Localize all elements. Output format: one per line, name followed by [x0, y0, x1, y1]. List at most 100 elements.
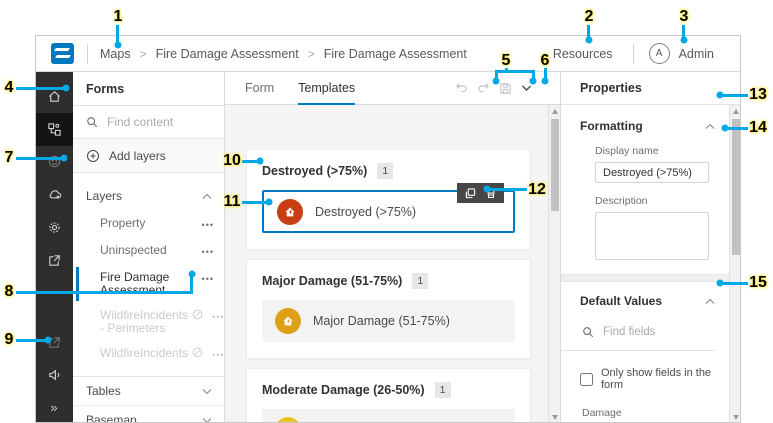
scroll-up-arrow[interactable] — [733, 109, 739, 114]
only-show-fields-checkbox[interactable] — [580, 372, 593, 386]
properties-scrollbar[interactable] — [729, 105, 740, 422]
callout-14-dot — [721, 124, 729, 132]
callout-13-line — [720, 93, 748, 97]
tab-form[interactable]: Form — [245, 72, 274, 105]
default-values-section-header[interactable]: Default Values — [561, 282, 729, 308]
resources-link[interactable]: Resources — [553, 47, 613, 61]
layer-item-property[interactable]: Property ••• — [73, 211, 224, 238]
scroll-down-arrow[interactable] — [733, 415, 739, 420]
header-divider — [632, 43, 634, 64]
offline-icon[interactable] — [36, 178, 73, 211]
callout-4: 4 — [4, 79, 14, 96]
find-content-input[interactable] — [107, 115, 207, 129]
template-item-major[interactable]: Major Damage (51-75%) — [262, 300, 515, 342]
callout-1-dot — [114, 41, 122, 49]
breadcrumb-maps-link[interactable]: Maps — [100, 47, 131, 61]
templates-scrollbar[interactable] — [548, 105, 560, 422]
layers-tool-icon[interactable] — [36, 112, 73, 146]
layer-item-wildfire-incidents[interactable]: WildfireIncidents ••• — [73, 341, 224, 368]
callout-1: 1 — [113, 8, 123, 25]
template-count-badge: 1 — [412, 273, 429, 289]
scroll-down-arrow[interactable] — [552, 415, 558, 420]
properties-body: Formatting Display name Description Defa… — [561, 105, 729, 422]
esri-logo-icon[interactable] — [51, 43, 74, 64]
callout-10: 10 — [223, 152, 241, 169]
app-window: Maps > Fire Damage Assessment > Fire Dam… — [35, 35, 741, 423]
editor-tabbar: Form Templates — [225, 72, 560, 105]
template-group-moderate: Moderate Damage (26-50%) 1 Moderate Dama… — [246, 368, 531, 422]
forms-panel: Forms Add layers Layers Property ••• Uni… — [73, 72, 225, 422]
callout-2-dot — [585, 36, 593, 44]
header-divider — [87, 43, 88, 64]
callout-8-dot — [188, 270, 195, 278]
breadcrumb-separator-icon: > — [307, 46, 315, 61]
callout-9-dot — [44, 336, 52, 344]
save-options-chevron-icon[interactable] — [521, 84, 532, 92]
feedback-megaphone-icon[interactable] — [36, 358, 73, 391]
callout-5-dot — [492, 77, 500, 85]
chevron-down-icon — [202, 388, 212, 394]
properties-panel-title: Properties — [561, 72, 740, 105]
overflow-menu-icon[interactable]: ••• — [212, 311, 224, 324]
overflow-menu-icon[interactable]: ••• — [202, 246, 214, 259]
open-in-map-viewer-icon[interactable] — [36, 326, 73, 359]
find-fields-input[interactable] — [603, 326, 693, 338]
callout-4-dot — [62, 84, 70, 92]
breadcrumb-form-name: Fire Damage Assessment — [323, 46, 467, 61]
overflow-menu-icon[interactable]: ••• — [212, 349, 224, 362]
template-item-moderate[interactable]: Moderate Damage (26-50%) — [262, 409, 515, 422]
only-show-fields-label: Only show fields in the form — [601, 367, 712, 391]
layers-section-header[interactable]: Layers — [73, 181, 224, 211]
redo-icon[interactable] — [477, 82, 490, 94]
callout-9: 9 — [4, 331, 14, 348]
duplicate-icon[interactable] — [465, 187, 476, 199]
left-icon-rail: » — [36, 72, 73, 422]
moderate-damage-symbol-icon — [275, 417, 301, 422]
screenshot-canvas: Maps > Fire Damage Assessment > Fire Dam… — [0, 0, 773, 423]
template-item-destroyed[interactable]: Destroyed (>75%) — [262, 183, 515, 233]
user-menu[interactable]: Admin — [679, 47, 714, 61]
layer-item-wildfire-perimeters[interactable]: WildfireIncidents - Perimeters ••• — [73, 303, 224, 341]
collapse-chevron-icon[interactable] — [705, 298, 715, 305]
template-hover-toolbar — [457, 183, 504, 203]
description-textarea[interactable] — [595, 212, 709, 260]
major-damage-symbol-icon — [275, 308, 301, 334]
avatar[interactable]: A — [648, 43, 670, 64]
layer-item-fire-damage-assessment[interactable]: Fire Damage Assessment ••• — [73, 265, 224, 303]
callout-5-line — [495, 70, 535, 73]
save-icon[interactable] — [499, 82, 512, 95]
callout-8-line — [16, 290, 193, 294]
expand-rail-icon[interactable]: » — [36, 391, 73, 422]
section-separator — [561, 274, 729, 282]
collapse-chevron-icon[interactable] — [705, 123, 715, 130]
templates-editor-panel: Form Templates Destroyed (>75%) 1 Destro… — [225, 72, 560, 422]
callout-12-dot — [483, 185, 491, 193]
breadcrumb-map-name[interactable]: Fire Damage Assessment — [156, 47, 299, 61]
template-group-destroyed: Destroyed (>75%) 1 Destroyed (>75%) — [246, 149, 531, 250]
sharing-icon[interactable] — [36, 244, 73, 277]
callout-7: 7 — [4, 149, 14, 166]
template-count-badge: 1 — [377, 163, 394, 179]
settings-gear-icon[interactable] — [36, 211, 73, 244]
group-title: Moderate Damage (26-50%) — [262, 383, 425, 397]
basemap-section-header[interactable]: Basemap — [73, 406, 224, 422]
overflow-menu-icon[interactable]: ••• — [202, 273, 214, 286]
add-layers-label: Add layers — [109, 148, 166, 163]
tab-templates[interactable]: Templates — [298, 72, 355, 105]
header-right: Resources A Admin — [553, 43, 740, 64]
formatting-section-header[interactable]: Formatting — [561, 105, 729, 133]
scrollbar-thumb[interactable] — [551, 119, 559, 211]
scrollbar-thumb[interactable] — [732, 119, 740, 255]
add-layers-button[interactable]: Add layers — [73, 139, 224, 173]
layer-item-uninspected[interactable]: Uninspected ••• — [73, 238, 224, 265]
overflow-menu-icon[interactable]: ••• — [202, 219, 214, 232]
tables-section-header[interactable]: Tables — [73, 377, 224, 406]
rail-spacer — [36, 277, 73, 326]
callout-14: 14 — [749, 119, 767, 136]
undo-icon[interactable] — [455, 82, 468, 94]
scroll-up-arrow[interactable] — [552, 109, 558, 114]
callout-10-dot — [256, 157, 264, 165]
callout-12-line — [487, 187, 527, 191]
display-name-input[interactable] — [595, 162, 709, 183]
smart-forms-icon[interactable] — [36, 146, 73, 179]
